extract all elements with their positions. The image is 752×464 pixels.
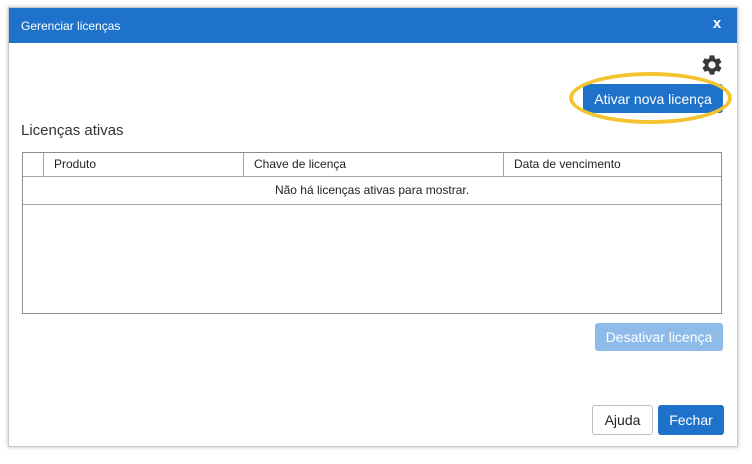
close-icon[interactable]: x: [707, 14, 727, 34]
dialog-title: Gerenciar licenças: [21, 19, 121, 33]
manage-licenses-dialog: Gerenciar licenças x Ativar nova licença…: [8, 7, 738, 447]
select-column-header[interactable]: [23, 153, 43, 176]
empty-table-message: Não há licenças ativas para mostrar.: [23, 177, 721, 205]
deactivate-license-button[interactable]: Desativar licença: [595, 323, 723, 351]
table-header: Produto Chave de licença Data de vencime…: [23, 153, 721, 177]
gear-icon[interactable]: [700, 53, 724, 77]
column-header-license-key[interactable]: Chave de licença: [243, 153, 503, 176]
column-header-product[interactable]: Produto: [43, 153, 243, 176]
licenses-table: Produto Chave de licença Data de vencime…: [22, 152, 722, 314]
column-header-expiration-date[interactable]: Data de vencimento: [503, 153, 721, 176]
close-button[interactable]: Fechar: [658, 405, 724, 435]
help-button[interactable]: Ajuda: [592, 405, 653, 435]
activate-new-license-button[interactable]: Ativar nova licença: [583, 84, 723, 113]
active-licenses-title: Licenças ativas: [21, 122, 124, 139]
dialog-titlebar: Gerenciar licenças x: [9, 8, 737, 43]
